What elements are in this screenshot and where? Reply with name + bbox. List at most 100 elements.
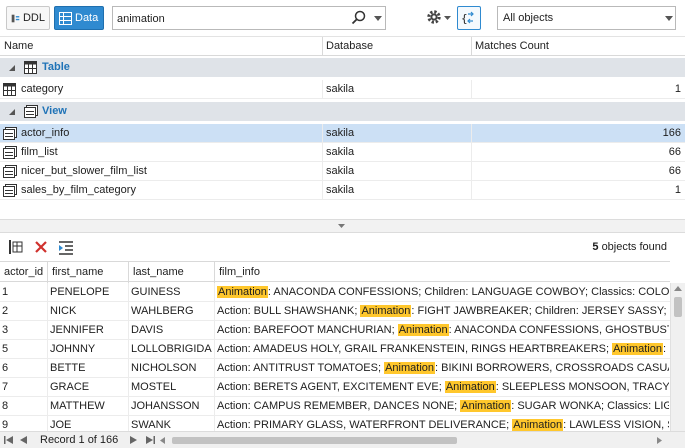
column-header-last-name[interactable]: last_name xyxy=(133,266,184,278)
cell-last-name[interactable]: GUINESS xyxy=(131,286,213,298)
object-scope-select[interactable]: All objects xyxy=(497,6,676,30)
collapse-triangle-icon[interactable] xyxy=(9,65,15,71)
cell-last-name[interactable]: WAHLBERG xyxy=(131,305,213,317)
search-results-grid: Name Database Matches Count Table catego… xyxy=(0,37,685,219)
result-count: 66 xyxy=(668,165,681,177)
cell-film-info[interactable]: Action: BULL SHAWSHANK; Animation: FIGHT… xyxy=(217,305,669,317)
vertical-scroll-thumb[interactable] xyxy=(674,297,682,317)
table-row[interactable]: 5 JOHNNY LOLLOBRIGIDA Action: AMADEUS HOLY,… xyxy=(0,340,670,359)
cell-actor-id[interactable]: 6 xyxy=(2,362,46,374)
result-count: 1 xyxy=(674,83,681,95)
cell-first-name[interactable]: PENELOPE xyxy=(50,286,127,298)
search-icon[interactable] xyxy=(351,10,367,26)
column-header-first-name[interactable]: first_name xyxy=(52,266,103,278)
data-button[interactable]: Data xyxy=(54,6,104,30)
table-icon xyxy=(3,83,16,96)
cell-actor-id[interactable]: 1 xyxy=(2,286,46,298)
table-row[interactable]: 6 BETTE NICHOLSON Action: ANTITRUST TOMATOE… xyxy=(0,359,670,378)
braces-icon: { xyxy=(461,11,474,25)
table-row[interactable]: 7 GRACE MOSTEL Action: BERETS AGENT, EXCITE… xyxy=(0,378,670,397)
cell-last-name[interactable]: SWANK xyxy=(131,419,213,431)
match-filter-button[interactable]: { xyxy=(457,6,481,30)
search-match-highlight: Animation xyxy=(612,343,664,355)
cell-first-name[interactable]: NICK xyxy=(50,305,127,317)
chevron-down-icon xyxy=(665,16,673,21)
objects-found-count: 5 xyxy=(592,241,599,253)
table-row[interactable]: 3 JENNIFER DAVIS Action: BAREFOOT MANCHURIA… xyxy=(0,321,670,340)
objects-found-label: 5 objects found xyxy=(592,241,667,253)
table-row[interactable]: 1 PENELOPE GUINESS Animation: ANACONDA CONF… xyxy=(0,283,670,302)
cell-film-info[interactable]: Action: BAREFOOT MANCHURIAN; Animation: … xyxy=(217,324,669,336)
search-box[interactable] xyxy=(112,6,386,30)
collapse-arrow-icon[interactable] xyxy=(338,224,345,228)
cell-film-info[interactable]: Animation: ANACONDA CONFESSIONS; Childre… xyxy=(217,286,669,298)
cell-first-name[interactable]: GRACE xyxy=(50,381,127,393)
status-bar: Record 1 of 166 xyxy=(0,431,685,448)
data-label: Data xyxy=(75,12,99,24)
chevron-down-icon[interactable] xyxy=(444,16,451,20)
table-row[interactable]: 2 NICK WAHLBERG Action: BULL SHAWSHANK; Ani… xyxy=(0,302,670,321)
scroll-up-icon[interactable] xyxy=(674,286,682,291)
cell-first-name[interactable]: JENNIFER xyxy=(50,324,127,336)
search-match-highlight: Animation xyxy=(444,381,496,393)
search-input[interactable] xyxy=(117,11,347,26)
cell-film-info[interactable]: Action: AMADEUS HOLY, GRAIL FRANKENSTEIN… xyxy=(217,343,669,355)
record-counter: Record 1 of 166 xyxy=(40,434,119,446)
scroll-right-icon[interactable] xyxy=(657,437,662,444)
cell-actor-id[interactable]: 7 xyxy=(2,381,46,393)
ddl-button[interactable]: DDL xyxy=(6,6,50,30)
result-row[interactable]: sales_by_film_category sakila 1 xyxy=(0,181,685,200)
top-toolbar: DDL Data { All objects xyxy=(0,0,685,37)
result-row[interactable]: actor_info sakila 166 xyxy=(0,124,685,143)
gear-icon[interactable] xyxy=(426,9,442,25)
cell-first-name[interactable]: JOE xyxy=(50,419,127,431)
column-header-actor-id[interactable]: actor_id xyxy=(4,266,43,278)
cell-film-info[interactable]: Action: CAMPUS REMEMBER, DANCES NONE; An… xyxy=(217,400,669,412)
scroll-left-icon[interactable] xyxy=(160,437,165,444)
cell-actor-id[interactable]: 9 xyxy=(2,419,46,431)
cell-actor-id[interactable]: 2 xyxy=(2,305,46,317)
show-object-icon[interactable] xyxy=(8,239,24,255)
result-name: category xyxy=(21,83,64,95)
table-row[interactable]: 8 MATTHEW JOHANSSON Action: CAMPUS REMEMBER… xyxy=(0,397,670,416)
cell-last-name[interactable]: JOHANSSON xyxy=(131,400,213,412)
column-header-database[interactable]: Database xyxy=(326,40,373,52)
collapse-triangle-icon[interactable] xyxy=(9,109,15,115)
column-header-name[interactable]: Name xyxy=(4,40,33,52)
result-row[interactable]: film_list sakila 66 xyxy=(0,143,685,162)
search-match-highlight: Animation xyxy=(460,400,512,412)
panel-splitter[interactable] xyxy=(0,219,685,233)
column-header-matches-count[interactable]: Matches Count xyxy=(475,40,549,52)
next-record-icon[interactable] xyxy=(130,436,137,444)
cell-last-name[interactable]: DAVIS xyxy=(131,324,213,336)
table-row[interactable]: 9 JOE SWANK Action: PRIMARY GLASS, WATERFRO… xyxy=(0,416,670,431)
cell-actor-id[interactable]: 5 xyxy=(2,343,46,355)
cell-actor-id[interactable]: 3 xyxy=(2,324,46,336)
cell-film-info[interactable]: Action: BERETS AGENT, EXCITEMENT EVE; An… xyxy=(217,381,669,393)
result-row[interactable]: nicer_but_slower_film_list sakila 66 xyxy=(0,162,685,181)
horizontal-scrollbar[interactable] xyxy=(160,435,665,445)
cell-last-name[interactable]: NICHOLSON xyxy=(131,362,213,374)
cell-last-name[interactable]: LOLLOBRIGIDA xyxy=(131,343,213,355)
chevron-down-icon[interactable] xyxy=(374,16,382,21)
data-panel-toolbar: 5 objects found xyxy=(0,233,685,261)
go-to-object-icon[interactable] xyxy=(58,239,74,255)
first-record-icon[interactable] xyxy=(4,436,13,444)
cell-film-info[interactable]: Action: PRIMARY GLASS, WATERFRONT DELIVE… xyxy=(217,419,669,431)
vertical-scrollbar[interactable] xyxy=(670,283,685,431)
group-header-table[interactable]: Table xyxy=(0,58,685,77)
result-name: nicer_but_slower_film_list xyxy=(21,165,147,177)
close-icon[interactable] xyxy=(33,239,49,255)
column-header-film-info[interactable]: film_info xyxy=(219,266,260,278)
previous-record-icon[interactable] xyxy=(20,436,27,444)
horizontal-scroll-thumb[interactable] xyxy=(172,437,457,444)
cell-actor-id[interactable]: 8 xyxy=(2,400,46,412)
last-record-icon[interactable] xyxy=(146,436,155,444)
group-header-view[interactable]: View xyxy=(0,102,685,121)
result-row[interactable]: category sakila 1 xyxy=(0,80,685,99)
cell-first-name[interactable]: JOHNNY xyxy=(50,343,127,355)
cell-film-info[interactable]: Action: ANTITRUST TOMATOES; Animation: B… xyxy=(217,362,669,374)
cell-first-name[interactable]: BETTE xyxy=(50,362,127,374)
cell-first-name[interactable]: MATTHEW xyxy=(50,400,127,412)
cell-last-name[interactable]: MOSTEL xyxy=(131,381,213,393)
